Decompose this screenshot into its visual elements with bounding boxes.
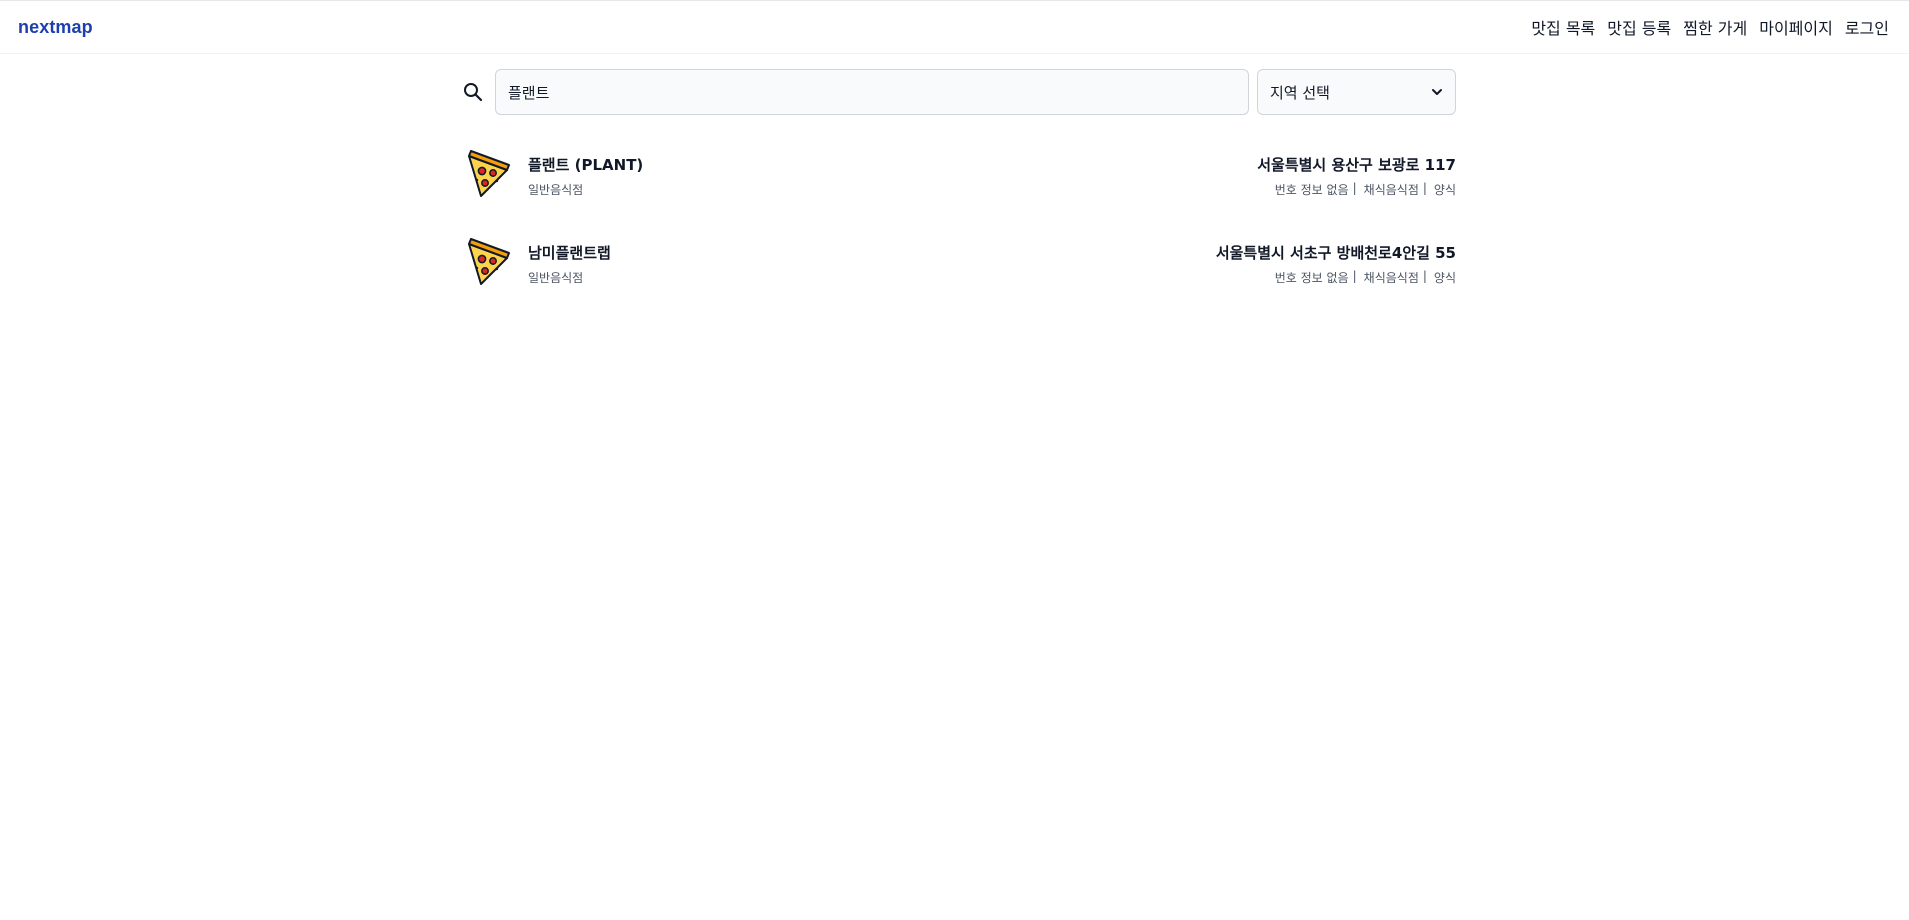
separator: | — [1352, 269, 1357, 283]
place-address: 서울특별시 용산구 보광로 117 — [1257, 156, 1456, 174]
list-item[interactable]: 플랜트 (PLANT) 일반음식점 서울특별시 용산구 보광로 117 번호 정… — [463, 140, 1456, 228]
cuisine-type: 양식 — [1433, 271, 1456, 285]
phone-info: 번호 정보 없음 — [1274, 183, 1349, 197]
region-select-value: 지역 선택 — [1270, 83, 1330, 102]
nav-mypage[interactable]: 마이페이지 — [1759, 15, 1833, 39]
phone-info: 번호 정보 없음 — [1274, 271, 1349, 285]
place-meta: 번호 정보 없음 | 채식음식점 | 양식 — [1275, 181, 1456, 198]
list-item[interactable]: 남미플랜트랩 일반음식점 서울특별시 서초구 방배천로4안길 55 번호 정보 … — [463, 228, 1456, 316]
place-name: 플랜트 (PLANT) — [528, 156, 644, 174]
page: nextmap 맛집 목록 맛집 등록 찜한 가게 마이페이지 로그인 지역 선… — [0, 0, 1909, 920]
pizza-icon — [468, 238, 510, 285]
separator: | — [1422, 269, 1427, 283]
separator: | — [1352, 181, 1357, 195]
food-type: 채식음식점 — [1363, 183, 1419, 197]
place-address: 서울특별시 서초구 방배천로4안길 55 — [1215, 244, 1456, 262]
search-icon[interactable] — [463, 69, 495, 115]
top-navbar: nextmap 맛집 목록 맛집 등록 찜한 가게 마이페이지 로그인 — [0, 0, 1909, 54]
nav-login[interactable]: 로그인 — [1845, 15, 1889, 39]
logo[interactable]: nextmap — [18, 17, 93, 38]
restaurant-list: 플랜트 (PLANT) 일반음식점 서울특별시 용산구 보광로 117 번호 정… — [463, 140, 1456, 316]
nav-register-restaurant[interactable]: 맛집 등록 — [1607, 15, 1671, 39]
separator: | — [1422, 181, 1427, 195]
main-nav: 맛집 목록 맛집 등록 찜한 가게 마이페이지 로그인 — [1531, 15, 1889, 39]
pizza-icon — [468, 150, 510, 197]
region-select[interactable]: 지역 선택 — [1257, 69, 1456, 115]
place-meta: 번호 정보 없음 | 채식음식점 | 양식 — [1275, 269, 1456, 286]
place-category: 일반음식점 — [528, 183, 584, 197]
chevron-down-icon — [1432, 89, 1442, 95]
search-input[interactable] — [495, 69, 1249, 115]
food-type: 채식음식점 — [1363, 271, 1419, 285]
place-name: 남미플랜트랩 — [528, 244, 611, 262]
nav-restaurant-list[interactable]: 맛집 목록 — [1531, 15, 1595, 39]
search-bar: 지역 선택 — [463, 69, 1456, 115]
cuisine-type: 양식 — [1433, 183, 1456, 197]
place-category: 일반음식점 — [528, 271, 584, 285]
nav-liked-stores[interactable]: 찜한 가게 — [1683, 15, 1747, 39]
